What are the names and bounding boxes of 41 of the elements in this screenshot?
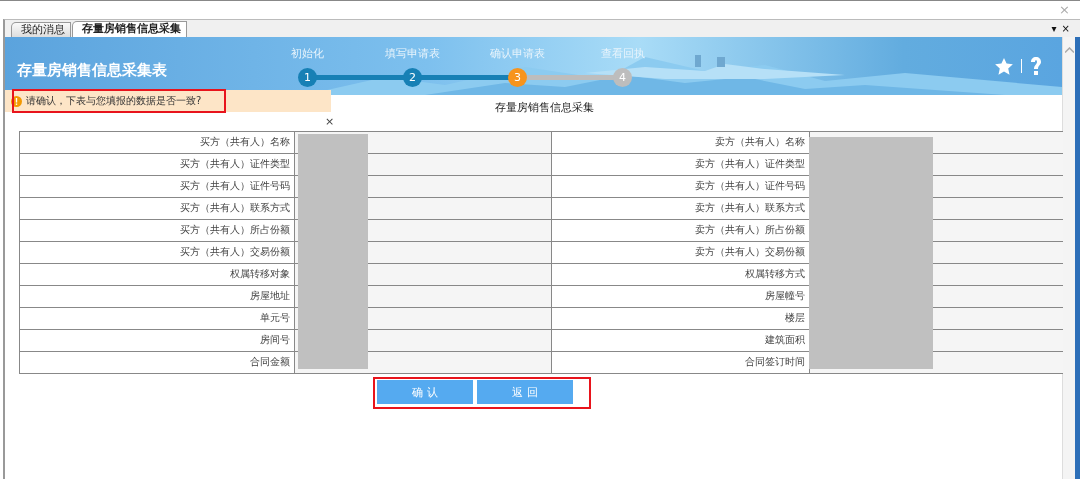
field-label: 买方（共有人）交易份额 <box>19 242 294 264</box>
field-label: 房屋幢号 <box>551 286 809 308</box>
field-label: 房屋地址 <box>19 286 294 308</box>
field-label: 买方（共有人）联系方式 <box>19 198 294 220</box>
field-label: 权属转移方式 <box>551 264 809 286</box>
star-icon[interactable] <box>995 57 1013 75</box>
tab[interactable]: 存量房销售信息采集 <box>72 21 187 37</box>
field-label: 买方（共有人）证件号码 <box>19 176 294 198</box>
field-label: 卖方（共有人）证件号码 <box>551 176 809 198</box>
field-label: 单元号 <box>19 308 294 330</box>
tab-menu-button[interactable]: ▾ <box>1051 23 1057 34</box>
field-label: 买方（共有人）所占份额 <box>19 220 294 242</box>
close-tab-button[interactable]: × <box>1061 23 1070 34</box>
field-label: 合同金额 <box>19 352 294 374</box>
field-label: 建筑面积 <box>551 330 809 352</box>
step-label: 查看回执 <box>600 45 645 62</box>
field-label: 合同签订时间 <box>551 352 809 374</box>
field-label: 房间号 <box>19 330 294 352</box>
close-button[interactable]: × <box>325 115 335 128</box>
tab[interactable]: 我的消息 <box>11 22 71 37</box>
scroll-up-icon[interactable] <box>1064 47 1074 53</box>
form-title: 存量房销售信息采集 <box>495 100 594 115</box>
alert-message: 请确认，下表与您填报的数据是否一致? <box>26 94 202 108</box>
field-label: 买方（共有人）证件类型 <box>19 154 294 176</box>
warning-icon <box>11 95 22 107</box>
field-label: 卖方（共有人）所占份额 <box>551 220 809 242</box>
field-label: 卖方（共有人）证件类型 <box>551 154 809 176</box>
help-icon[interactable] <box>1030 56 1042 76</box>
field-label: 权属转移对象 <box>19 264 294 286</box>
page-title: 存量房销售信息采集表 <box>17 60 168 80</box>
step-number: 2 <box>403 67 422 87</box>
field-label: 卖方（共有人）名称 <box>551 132 809 154</box>
field-label: 买方（共有人）名称 <box>19 132 294 154</box>
field-label: 卖方（共有人）交易份额 <box>551 242 809 264</box>
step-number: 1 <box>298 67 317 87</box>
field-label: 楼层 <box>551 308 809 330</box>
field-label: 卖方（共有人）联系方式 <box>551 198 809 220</box>
scrollbar[interactable] <box>1062 37 1075 479</box>
step-label: 初始化 <box>291 45 324 62</box>
step-label: 填写申请表 <box>385 45 440 62</box>
step-label: 确认申请表 <box>490 45 545 62</box>
